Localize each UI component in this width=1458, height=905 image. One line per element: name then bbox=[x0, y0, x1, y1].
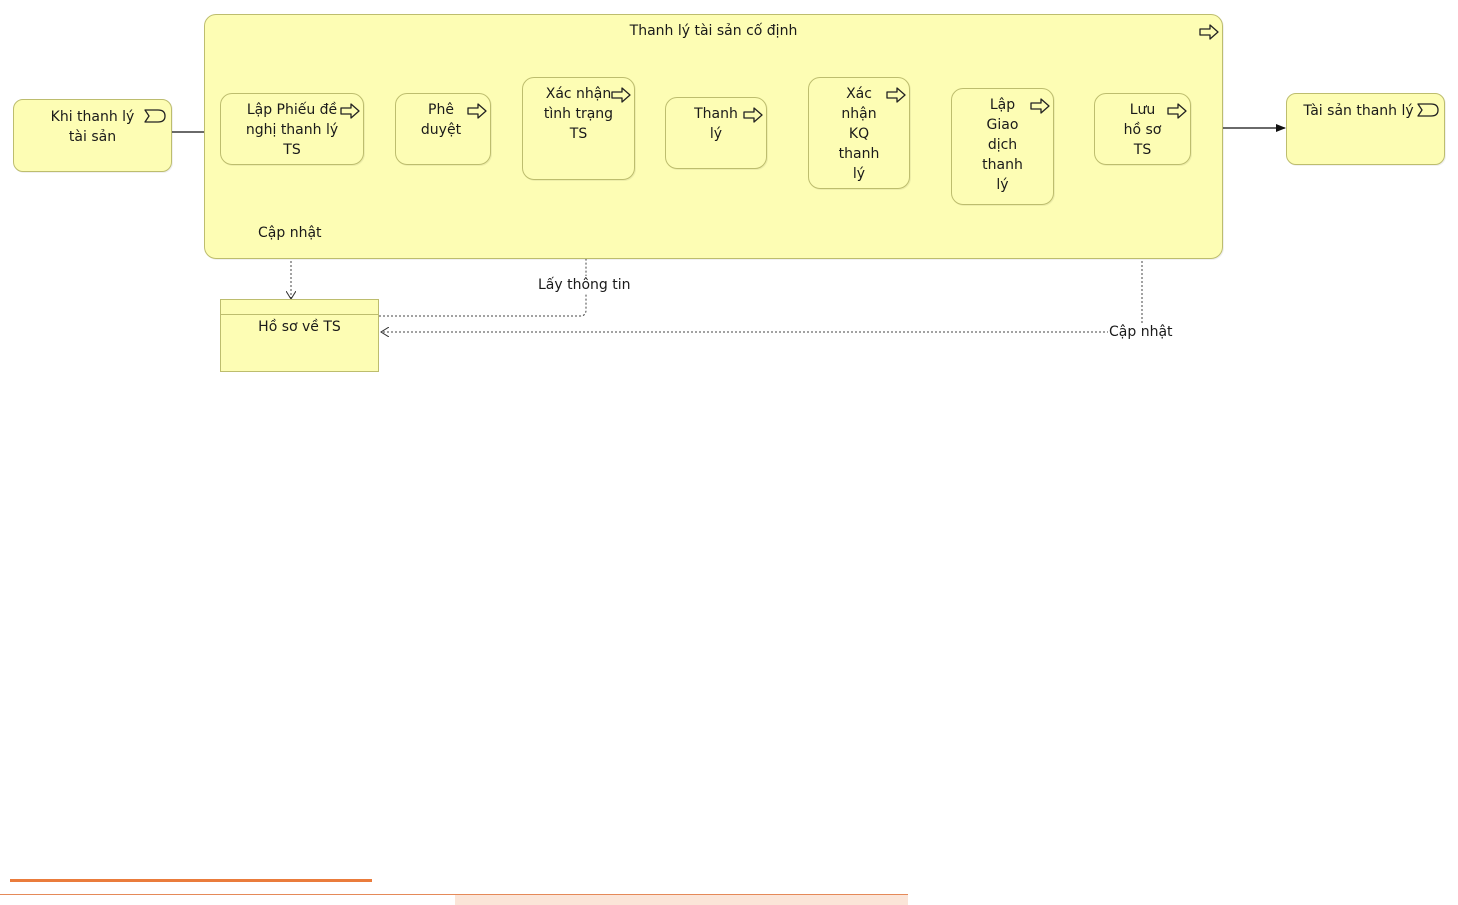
process-arrow-icon bbox=[743, 107, 763, 123]
step-label: Lập Giao dịch thanh lý bbox=[982, 97, 1023, 193]
step-phe-duyet[interactable]: Phê duyệt bbox=[395, 93, 491, 165]
process-arrow-icon bbox=[340, 103, 360, 119]
edge-label-get-info: Lấy thông tin bbox=[537, 276, 632, 294]
data-object-ho-so[interactable]: Hồ sơ về TS bbox=[220, 299, 379, 372]
footer-shaded-cell bbox=[455, 895, 908, 905]
step-lap-phieu[interactable]: Lập Phiếu đề nghị thanh lý TS bbox=[220, 93, 364, 165]
end-event[interactable]: Tài sản thanh lý bbox=[1286, 93, 1445, 165]
end-event-label: Tài sản thanh lý bbox=[1303, 103, 1414, 119]
event-flag-icon bbox=[144, 108, 168, 124]
start-event[interactable]: Khi thanh lý tài sản bbox=[13, 99, 172, 172]
process-arrow-icon bbox=[467, 103, 487, 119]
group-title: Thanh lý tài sản cố định bbox=[629, 23, 798, 39]
step-label: Xác nhận KQ thanh lý bbox=[838, 86, 880, 182]
step-label: Xác nhận tình trạng TS bbox=[543, 86, 614, 142]
process-arrow-icon bbox=[1199, 24, 1219, 40]
step-thanh-ly[interactable]: Thanh lý bbox=[665, 97, 767, 169]
process-arrow-icon bbox=[1167, 103, 1187, 119]
edge-label-update-2: Cập nhật bbox=[1108, 323, 1174, 341]
footer-accent-line bbox=[10, 879, 372, 882]
data-object-label: Hồ sơ về TS bbox=[258, 319, 341, 335]
edge-label-update-1: Cập nhật bbox=[257, 224, 323, 242]
data-object-divider bbox=[221, 314, 378, 315]
step-luu-ho-so[interactable]: Lưu hồ sơ TS bbox=[1094, 93, 1191, 165]
step-label: Lưu hồ sơ TS bbox=[1123, 102, 1162, 158]
step-lap-giao-dich[interactable]: Lập Giao dịch thanh lý bbox=[951, 88, 1054, 205]
step-xac-nhan-tinh-trang[interactable]: Xác nhận tình trạng TS bbox=[522, 77, 635, 180]
step-label: Lập Phiếu đề nghị thanh lý TS bbox=[245, 102, 339, 158]
step-label: Thanh lý bbox=[694, 106, 738, 142]
step-xac-nhan-kq[interactable]: Xác nhận KQ thanh lý bbox=[808, 77, 910, 189]
step-label: Phê duyệt bbox=[420, 102, 462, 138]
process-arrow-icon bbox=[886, 87, 906, 103]
process-arrow-icon bbox=[1030, 98, 1050, 114]
start-event-label: Khi thanh lý tài sản bbox=[50, 109, 135, 145]
event-flag-icon bbox=[1417, 102, 1441, 118]
process-arrow-icon bbox=[611, 87, 631, 103]
